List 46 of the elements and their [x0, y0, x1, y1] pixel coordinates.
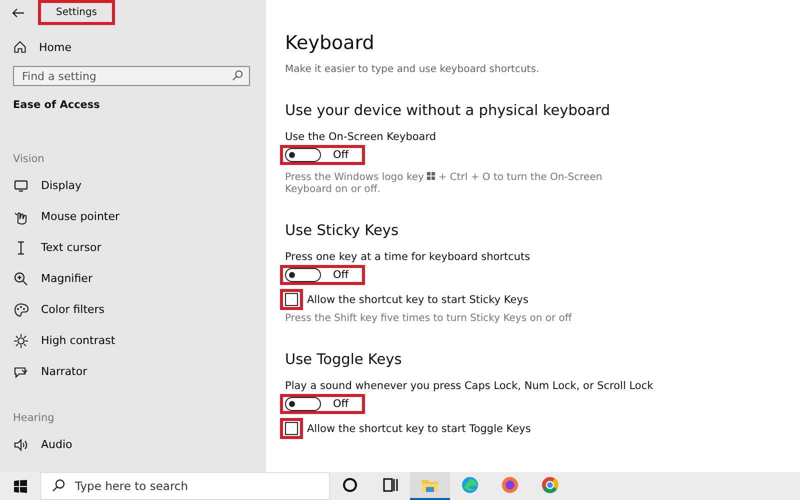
nav-item[interactable]: Mouse pointer [13, 201, 120, 232]
nav-icon [13, 302, 29, 318]
nav-icon [13, 436, 29, 452]
search-field[interactable]: Find a setting [13, 66, 250, 86]
help-text: Press the Shift key five times to turn Sticky Keys on or off [285, 313, 573, 325]
browser-icon [540, 475, 560, 495]
start-icon[interactable] [14, 480, 26, 492]
nav-icon [13, 270, 29, 286]
section-heading: Use Toggle Keys [285, 352, 403, 368]
section-heading: Use Sticky Keys [285, 223, 400, 239]
page-subtitle: Make it easier to type and use keyboard shortcuts. [285, 64, 540, 75]
nav-item[interactable]: Narrator [13, 356, 88, 387]
checkbox-label: Allow the shortcut key to start Sticky Keys [307, 294, 528, 306]
nav-icon [13, 332, 29, 348]
category-heading: Ease of Access [13, 99, 101, 111]
setting-label: Play a sound whenever you press Caps Lock, Num Lock, or Scroll Lock [285, 380, 654, 392]
toggle-switch[interactable]: Off [280, 145, 364, 165]
section-heading: Use your device without a physical keyboard [285, 103, 612, 119]
help-text: Press the Windows logo key + Ctrl + O to turn the On-Screen Keyboard on or off. [285, 172, 604, 196]
setting-label: Press one key at a time for keyboard shortcuts [285, 251, 532, 263]
checkbox[interactable] [285, 422, 298, 435]
nav-icon [13, 178, 29, 194]
browser-icon [500, 475, 520, 495]
taskbar-search-field[interactable]: Type here to search [40, 472, 330, 500]
windows-logo-icon [427, 172, 436, 180]
search-icon [232, 70, 243, 81]
nav-item[interactable]: Magnifier [13, 263, 92, 294]
page-title: Keyboard [285, 32, 376, 54]
home-icon [13, 40, 27, 54]
nav-item[interactable]: Text cursor [13, 232, 102, 263]
nav-item[interactable]: Color filters [13, 294, 105, 325]
home-link[interactable]: Home [13, 36, 72, 58]
checkbox[interactable] [285, 293, 298, 306]
nav-item[interactable]: Display [13, 170, 82, 201]
circle-icon [340, 475, 360, 495]
toggle-switch[interactable]: Off [280, 394, 364, 414]
checkbox-label: Allow the shortcut key to start Toggle Keys [307, 422, 531, 434]
toggle-switch[interactable]: Off [280, 265, 364, 285]
nav-item[interactable]: High contrast [13, 325, 116, 356]
nav-item[interactable]: Audio [13, 429, 72, 460]
setting-label: Use the On-Screen Keyboard [285, 131, 438, 143]
browser-icon [460, 475, 480, 495]
back-arrow-icon[interactable] [12, 8, 24, 18]
window-title: Settings [38, 0, 116, 25]
group-heading: Hearing [13, 412, 56, 424]
group-heading: Vision [13, 153, 46, 165]
